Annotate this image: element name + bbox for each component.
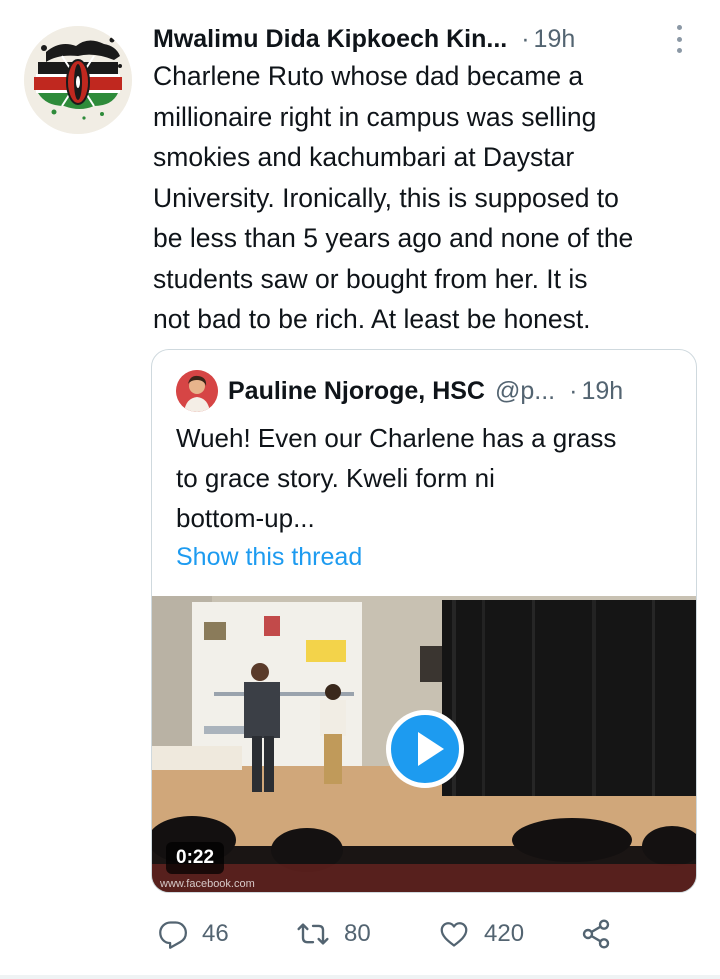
play-icon[interactable] xyxy=(386,710,464,788)
retweet-icon xyxy=(297,923,329,945)
quoted-separator: · xyxy=(569,376,578,405)
like-count: 420 xyxy=(484,920,525,947)
like-button[interactable]: 420 xyxy=(438,912,524,956)
video-duration: 0:22 xyxy=(166,842,225,874)
author-avatar[interactable] xyxy=(24,26,132,134)
tweet-actions: 46 80 420 xyxy=(158,912,628,956)
tweet-timestamp[interactable]: 19h xyxy=(534,25,576,54)
reply-count: 46 xyxy=(202,920,229,947)
more-icon[interactable] xyxy=(674,25,684,53)
like-icon xyxy=(440,922,468,947)
retweet-button[interactable]: 80 xyxy=(296,912,371,956)
share-icon xyxy=(582,919,610,949)
quoted-text: Wueh! Even our Charlene has a grass to g… xyxy=(176,423,617,533)
video-player[interactable]: 0:22 www.facebook.com xyxy=(152,596,696,892)
divider xyxy=(0,975,720,979)
tweet-text: Charlene Ruto whose dad became a million… xyxy=(153,61,634,334)
reply-icon xyxy=(159,921,187,949)
header-separator: · xyxy=(521,24,530,53)
quoted-author-handle[interactable]: @p... xyxy=(495,377,555,406)
retweet-count: 80 xyxy=(344,920,371,947)
show-thread-link[interactable]: Show this thread xyxy=(176,543,362,572)
quoted-tweet[interactable]: Pauline Njoroge, HSC @p... · 19h Wueh! E… xyxy=(151,349,697,893)
quoted-header: Pauline Njoroge, HSC @p... · 19h xyxy=(228,372,688,410)
quoted-timestamp[interactable]: 19h xyxy=(581,377,623,406)
author-name[interactable]: Mwalimu Dida Kipkoech Kin... xyxy=(153,25,507,54)
video-watermark: www.facebook.com xyxy=(160,878,255,890)
tweet: Mwalimu Dida Kipkoech Kin... · 19h Charl… xyxy=(0,0,720,979)
quoted-author-name[interactable]: Pauline Njoroge, HSC xyxy=(228,377,485,406)
share-button[interactable] xyxy=(580,912,612,956)
quoted-author-avatar[interactable] xyxy=(176,370,218,412)
reply-button[interactable]: 46 xyxy=(158,912,229,956)
tweet-header: Mwalimu Dida Kipkoech Kin... · 19h xyxy=(153,22,698,56)
